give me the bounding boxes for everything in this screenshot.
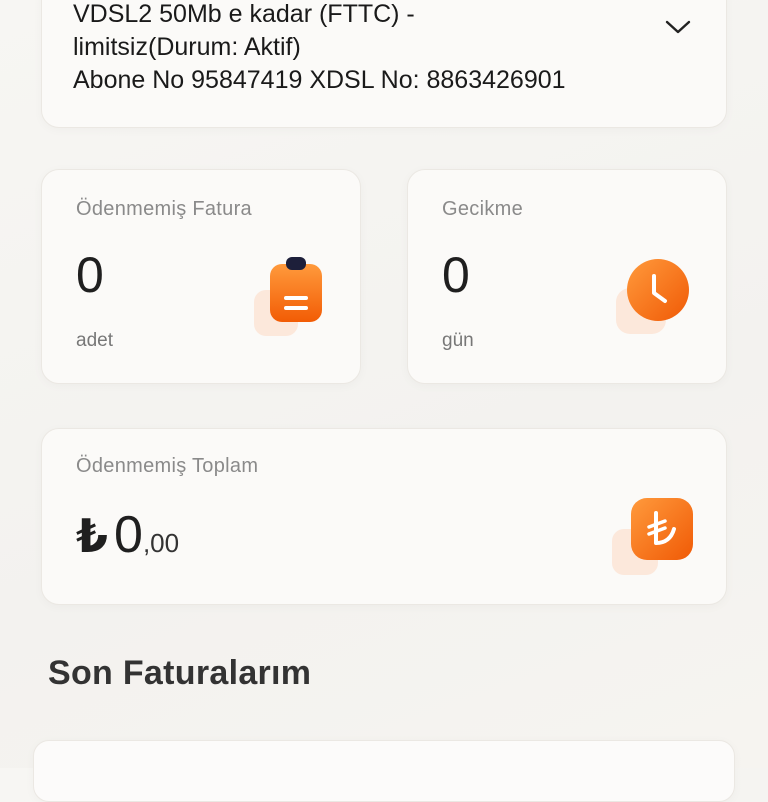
- unpaid-invoice-card[interactable]: Ödenmemiş Fatura 0 adet: [41, 169, 361, 384]
- delay-days: 0: [442, 247, 470, 303]
- unpaid-total-card[interactable]: Ödenmemiş Toplam ₺ 0,00: [41, 428, 727, 605]
- lira-icon: [631, 498, 693, 560]
- delay-unit: gün: [442, 330, 474, 351]
- recent-invoices-title: Son Faturalarım: [48, 654, 312, 692]
- unpaid-total-amount: ₺ 0,00: [76, 505, 179, 565]
- clock-icon: [627, 259, 689, 321]
- unpaid-invoice-count: 0: [76, 247, 104, 303]
- amount-decimal: ,00: [142, 528, 180, 558]
- delay-label: Gecikme: [442, 198, 524, 220]
- subscription-info: VDSL2 50Mb e kadar (FTTC) - limitsiz(Dur…: [73, 0, 633, 97]
- amount-integer: 0: [114, 506, 143, 564]
- subscription-plan-line: VDSL2 50Mb e kadar (FTTC) -: [73, 0, 415, 28]
- unpaid-total-label: Ödenmemiş Toplam: [76, 455, 259, 477]
- subscription-status-line: limitsiz(Durum: Aktif): [73, 33, 301, 61]
- unpaid-invoice-label: Ödenmemiş Fatura: [76, 198, 252, 220]
- currency-symbol: ₺: [76, 510, 109, 562]
- chevron-down-icon[interactable]: [664, 17, 692, 37]
- subscription-card[interactable]: VDSL2 50Mb e kadar (FTTC) - limitsiz(Dur…: [41, 0, 727, 128]
- clipboard-icon: [270, 257, 322, 322]
- delay-card[interactable]: Gecikme 0 gün: [407, 169, 727, 384]
- unpaid-invoice-unit: adet: [76, 330, 113, 351]
- subscription-number-line: Abone No 95847419 XDSL No: 8863426901: [73, 66, 566, 94]
- invoice-list-card[interactable]: [33, 740, 735, 802]
